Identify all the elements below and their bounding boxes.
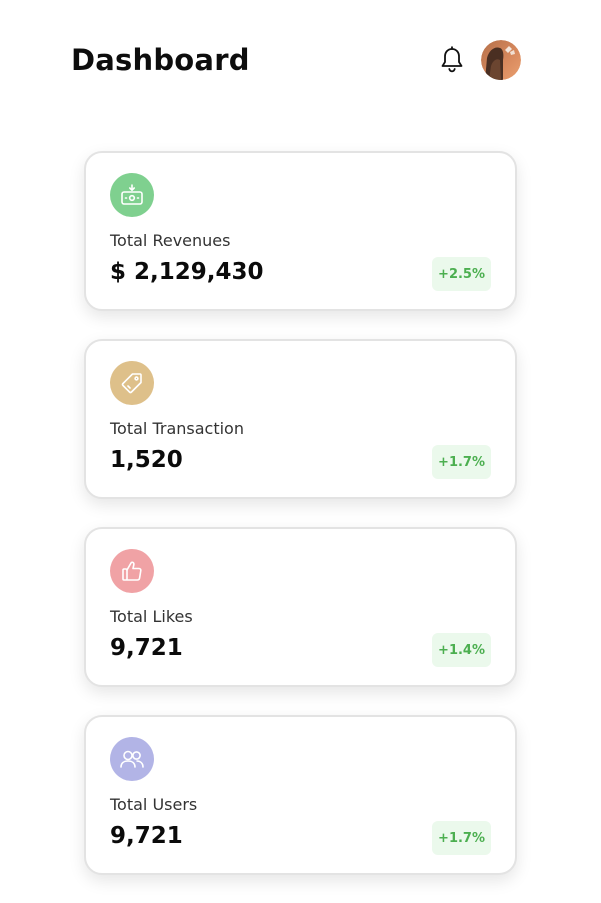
card-label: Total Transaction bbox=[110, 419, 244, 438]
stat-card-likes[interactable]: Total Likes 9,721 +1.4% bbox=[84, 527, 517, 687]
card-label: Total Users bbox=[110, 795, 198, 814]
card-value: 9,721 bbox=[110, 635, 183, 661]
stat-card-transactions[interactable]: Total Transaction 1,520 +1.7% bbox=[84, 339, 517, 499]
page-title: Dashboard bbox=[71, 43, 250, 77]
stat-card-users[interactable]: Total Users 9,721 +1.7% bbox=[84, 715, 517, 875]
change-badge: +1.7% bbox=[432, 445, 491, 479]
bell-icon[interactable] bbox=[439, 45, 465, 75]
header: Dashboard bbox=[71, 38, 521, 82]
avatar[interactable] bbox=[481, 40, 521, 80]
change-badge: +2.5% bbox=[432, 257, 491, 291]
card-value: $ 2,129,430 bbox=[110, 259, 264, 285]
card-label: Total Revenues bbox=[110, 231, 231, 250]
tag-icon bbox=[110, 361, 154, 405]
card-value: 1,520 bbox=[110, 447, 183, 473]
money-icon bbox=[110, 173, 154, 217]
dashboard-page: Dashboard Total Revenues $ 2,129,430 +2.… bbox=[0, 0, 601, 903]
card-value: 9,721 bbox=[110, 823, 183, 849]
change-badge: +1.4% bbox=[432, 633, 491, 667]
users-icon bbox=[110, 737, 154, 781]
thumbs-up-icon bbox=[110, 549, 154, 593]
change-badge: +1.7% bbox=[432, 821, 491, 855]
card-label: Total Likes bbox=[110, 607, 193, 626]
stats-cards: Total Revenues $ 2,129,430 +2.5% Total T… bbox=[84, 151, 517, 903]
header-actions bbox=[439, 40, 521, 80]
stat-card-revenues[interactable]: Total Revenues $ 2,129,430 +2.5% bbox=[84, 151, 517, 311]
